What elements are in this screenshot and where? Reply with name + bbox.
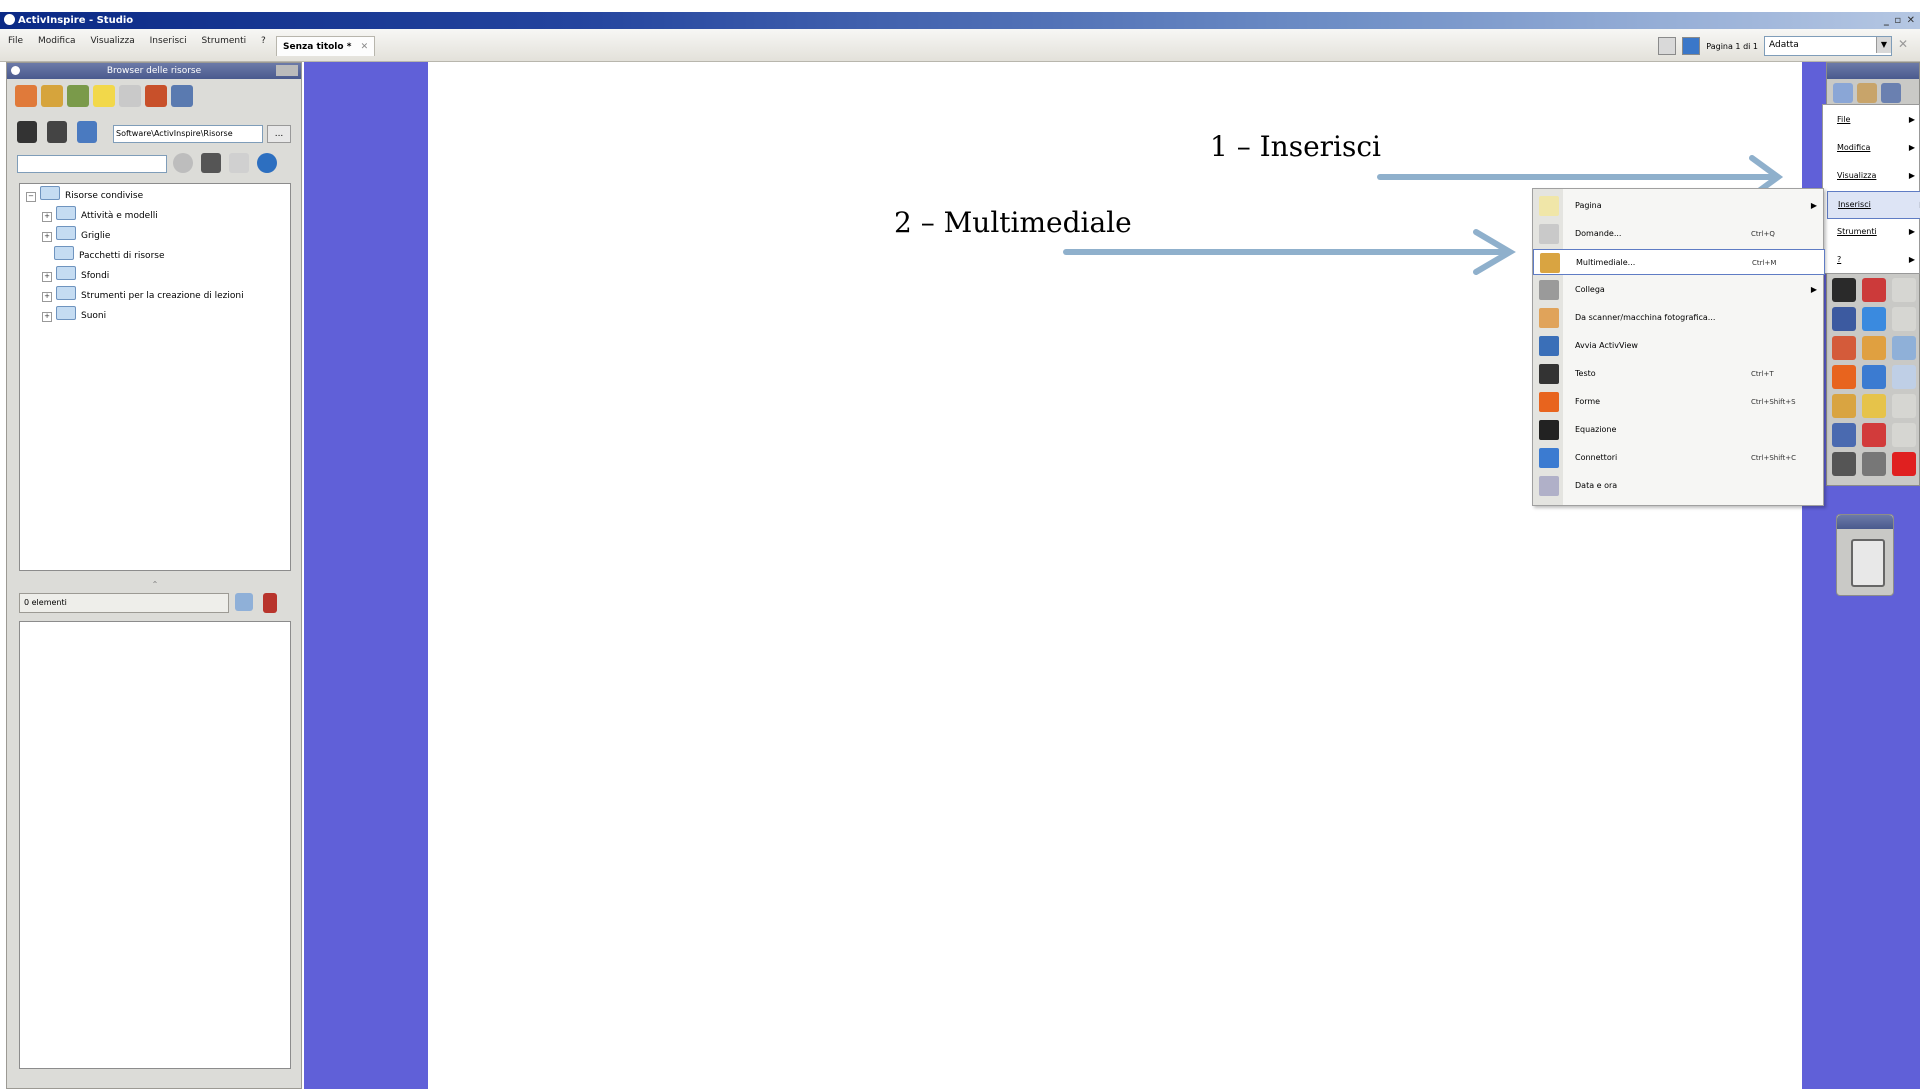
tool-row xyxy=(1832,336,1916,360)
arrow-2 xyxy=(1063,229,1516,275)
main-menu-inserisci[interactable]: Inserisci▶ xyxy=(1827,191,1920,219)
blank-tool-icon[interactable] xyxy=(1892,394,1916,418)
delete-icon[interactable] xyxy=(1892,452,1916,476)
insert-menu-item[interactable]: Collega ▶ xyxy=(1533,277,1825,303)
redo-icon[interactable] xyxy=(1862,452,1886,476)
blank-tool-icon[interactable] xyxy=(1892,307,1916,331)
insert-menu-label: Pagina xyxy=(1575,201,1602,210)
main-menu-help[interactable]: ? ▶ xyxy=(1837,247,1919,273)
trash-icon[interactable] xyxy=(1851,539,1885,587)
insert-menu-label: Connettori xyxy=(1575,453,1618,462)
main-menu-label: Modifica xyxy=(1837,143,1871,152)
main-menu-icon[interactable] xyxy=(1833,83,1853,103)
insert-menu-item[interactable]: Avvia ActivView xyxy=(1533,333,1825,359)
main-menu-modifica[interactable]: Modifica ▶ xyxy=(1837,135,1919,161)
undo-icon[interactable] xyxy=(1832,452,1856,476)
tool-row xyxy=(1832,423,1916,447)
scanner-icon xyxy=(1539,308,1559,328)
tool-row xyxy=(1832,278,1916,302)
insert-menu-label: Da scanner/macchina fotografica... xyxy=(1575,313,1716,322)
shapes-icon xyxy=(1539,392,1559,412)
fill-icon[interactable] xyxy=(1862,336,1886,360)
insert-menu-label: Data e ora xyxy=(1575,481,1618,490)
activview-icon xyxy=(1539,336,1559,356)
submenu-arrow-icon: ▶ xyxy=(1810,285,1817,294)
equation-icon xyxy=(1539,420,1559,440)
insert-menu-item[interactable]: Pagina ▶ xyxy=(1533,193,1825,219)
questions-icon xyxy=(1539,224,1559,244)
trash-header xyxy=(1837,515,1893,529)
shortcut-label: Ctrl+Shift+S xyxy=(1751,398,1796,406)
select-arrow-icon[interactable] xyxy=(1832,278,1856,302)
insert-menu-label: Multimediale... xyxy=(1576,258,1636,267)
blank-tool-icon[interactable] xyxy=(1892,278,1916,302)
main-menu-label: Visualizza xyxy=(1837,171,1877,180)
property-browser-icon[interactable] xyxy=(1881,83,1901,103)
main-menu-label: Inserisci xyxy=(1838,200,1871,209)
insert-menu-item[interactable]: Testo Ctrl+T xyxy=(1533,361,1825,387)
main-menu-strumenti[interactable]: Strumenti ▶ xyxy=(1837,219,1919,245)
multimedia-icon xyxy=(1540,253,1560,273)
clone-icon[interactable] xyxy=(1892,365,1916,389)
tool-row xyxy=(1832,452,1916,476)
tool-row xyxy=(1832,365,1916,389)
insert-menu-item[interactable]: Multimediale... Ctrl+M xyxy=(1533,249,1825,275)
insert-menu-label: Collega xyxy=(1575,285,1605,294)
connector-tool-icon[interactable] xyxy=(1862,365,1886,389)
tool-row xyxy=(1832,307,1916,331)
resource-browser-icon[interactable] xyxy=(1857,83,1877,103)
trash-panel xyxy=(1836,514,1894,596)
eraser-icon[interactable] xyxy=(1832,336,1856,360)
link-icon xyxy=(1539,280,1559,300)
shortcut-label: Ctrl+T xyxy=(1751,370,1774,378)
submenu-arrow-icon: ▶ xyxy=(1810,201,1817,210)
star-icon[interactable] xyxy=(1892,423,1916,447)
magic-ink-icon[interactable] xyxy=(1832,394,1856,418)
reset-icon[interactable] xyxy=(1832,423,1856,447)
date-time-icon xyxy=(1539,476,1559,496)
main-menu-label: ? xyxy=(1837,255,1842,264)
submenu-arrow-icon: ▶ xyxy=(1908,255,1915,264)
insert-menu-item[interactable]: Data e ora xyxy=(1533,473,1825,499)
insert-menu-label: Domande... xyxy=(1575,229,1622,238)
text-icon xyxy=(1539,364,1559,384)
main-menu-label: File xyxy=(1837,115,1851,124)
pen-icon[interactable] xyxy=(1862,278,1886,302)
annotation-arrows xyxy=(1063,155,1784,275)
main-menu-file[interactable]: File ▶ xyxy=(1837,107,1919,133)
toolbox-top-row xyxy=(1833,83,1901,103)
connector-icon xyxy=(1539,448,1559,468)
submenu-arrow-icon: ▶ xyxy=(1908,143,1915,152)
page-icon xyxy=(1539,196,1559,216)
insert-menu-item[interactable]: Connettori Ctrl+Shift+C xyxy=(1533,445,1825,471)
shortcut-label: Ctrl+Q xyxy=(1751,230,1775,238)
main-menu-label: Strumenti xyxy=(1837,227,1877,236)
insert-menu-label: Equazione xyxy=(1575,425,1617,434)
submenu-arrow-icon: ▶ xyxy=(1908,171,1915,180)
submenu-arrow-icon: ▶ xyxy=(1908,227,1915,236)
main-menu-visualizza[interactable]: Visualizza ▶ xyxy=(1837,163,1919,189)
insert-menu-item[interactable]: Domande... Ctrl+Q xyxy=(1533,221,1825,247)
insert-menu-label: Forme xyxy=(1575,397,1601,406)
color-picker-icon[interactable] xyxy=(1862,394,1886,418)
insert-menu-item[interactable]: Equazione xyxy=(1533,417,1825,443)
shortcut-label: Ctrl+Shift+C xyxy=(1751,454,1796,462)
main-menu: File▶ Modifica▶ Visualizza▶ Inserisci▶ S… xyxy=(1822,104,1920,274)
toolbox-header xyxy=(1827,63,1919,79)
resize-icon[interactable] xyxy=(1892,336,1916,360)
shape-icon[interactable] xyxy=(1832,365,1856,389)
clear-icon[interactable] xyxy=(1862,423,1886,447)
shortcut-label: Ctrl+M xyxy=(1752,259,1777,267)
insert-menu-label: Avvia ActivView xyxy=(1575,341,1638,350)
highlighter-icon[interactable] xyxy=(1862,307,1886,331)
tool-row xyxy=(1832,394,1916,418)
submenu-arrow-icon: ▶ xyxy=(1908,115,1915,124)
marker-icon[interactable] xyxy=(1832,307,1856,331)
insert-menu-item[interactable]: Forme Ctrl+Shift+S xyxy=(1533,389,1825,415)
insert-submenu: Pagina ▶ Domande... Ctrl+Q Multimediale... Ct… xyxy=(1532,188,1825,506)
insert-menu-label: Testo xyxy=(1575,369,1596,378)
insert-menu-item[interactable]: Da scanner/macchina fotografica... xyxy=(1533,305,1825,331)
